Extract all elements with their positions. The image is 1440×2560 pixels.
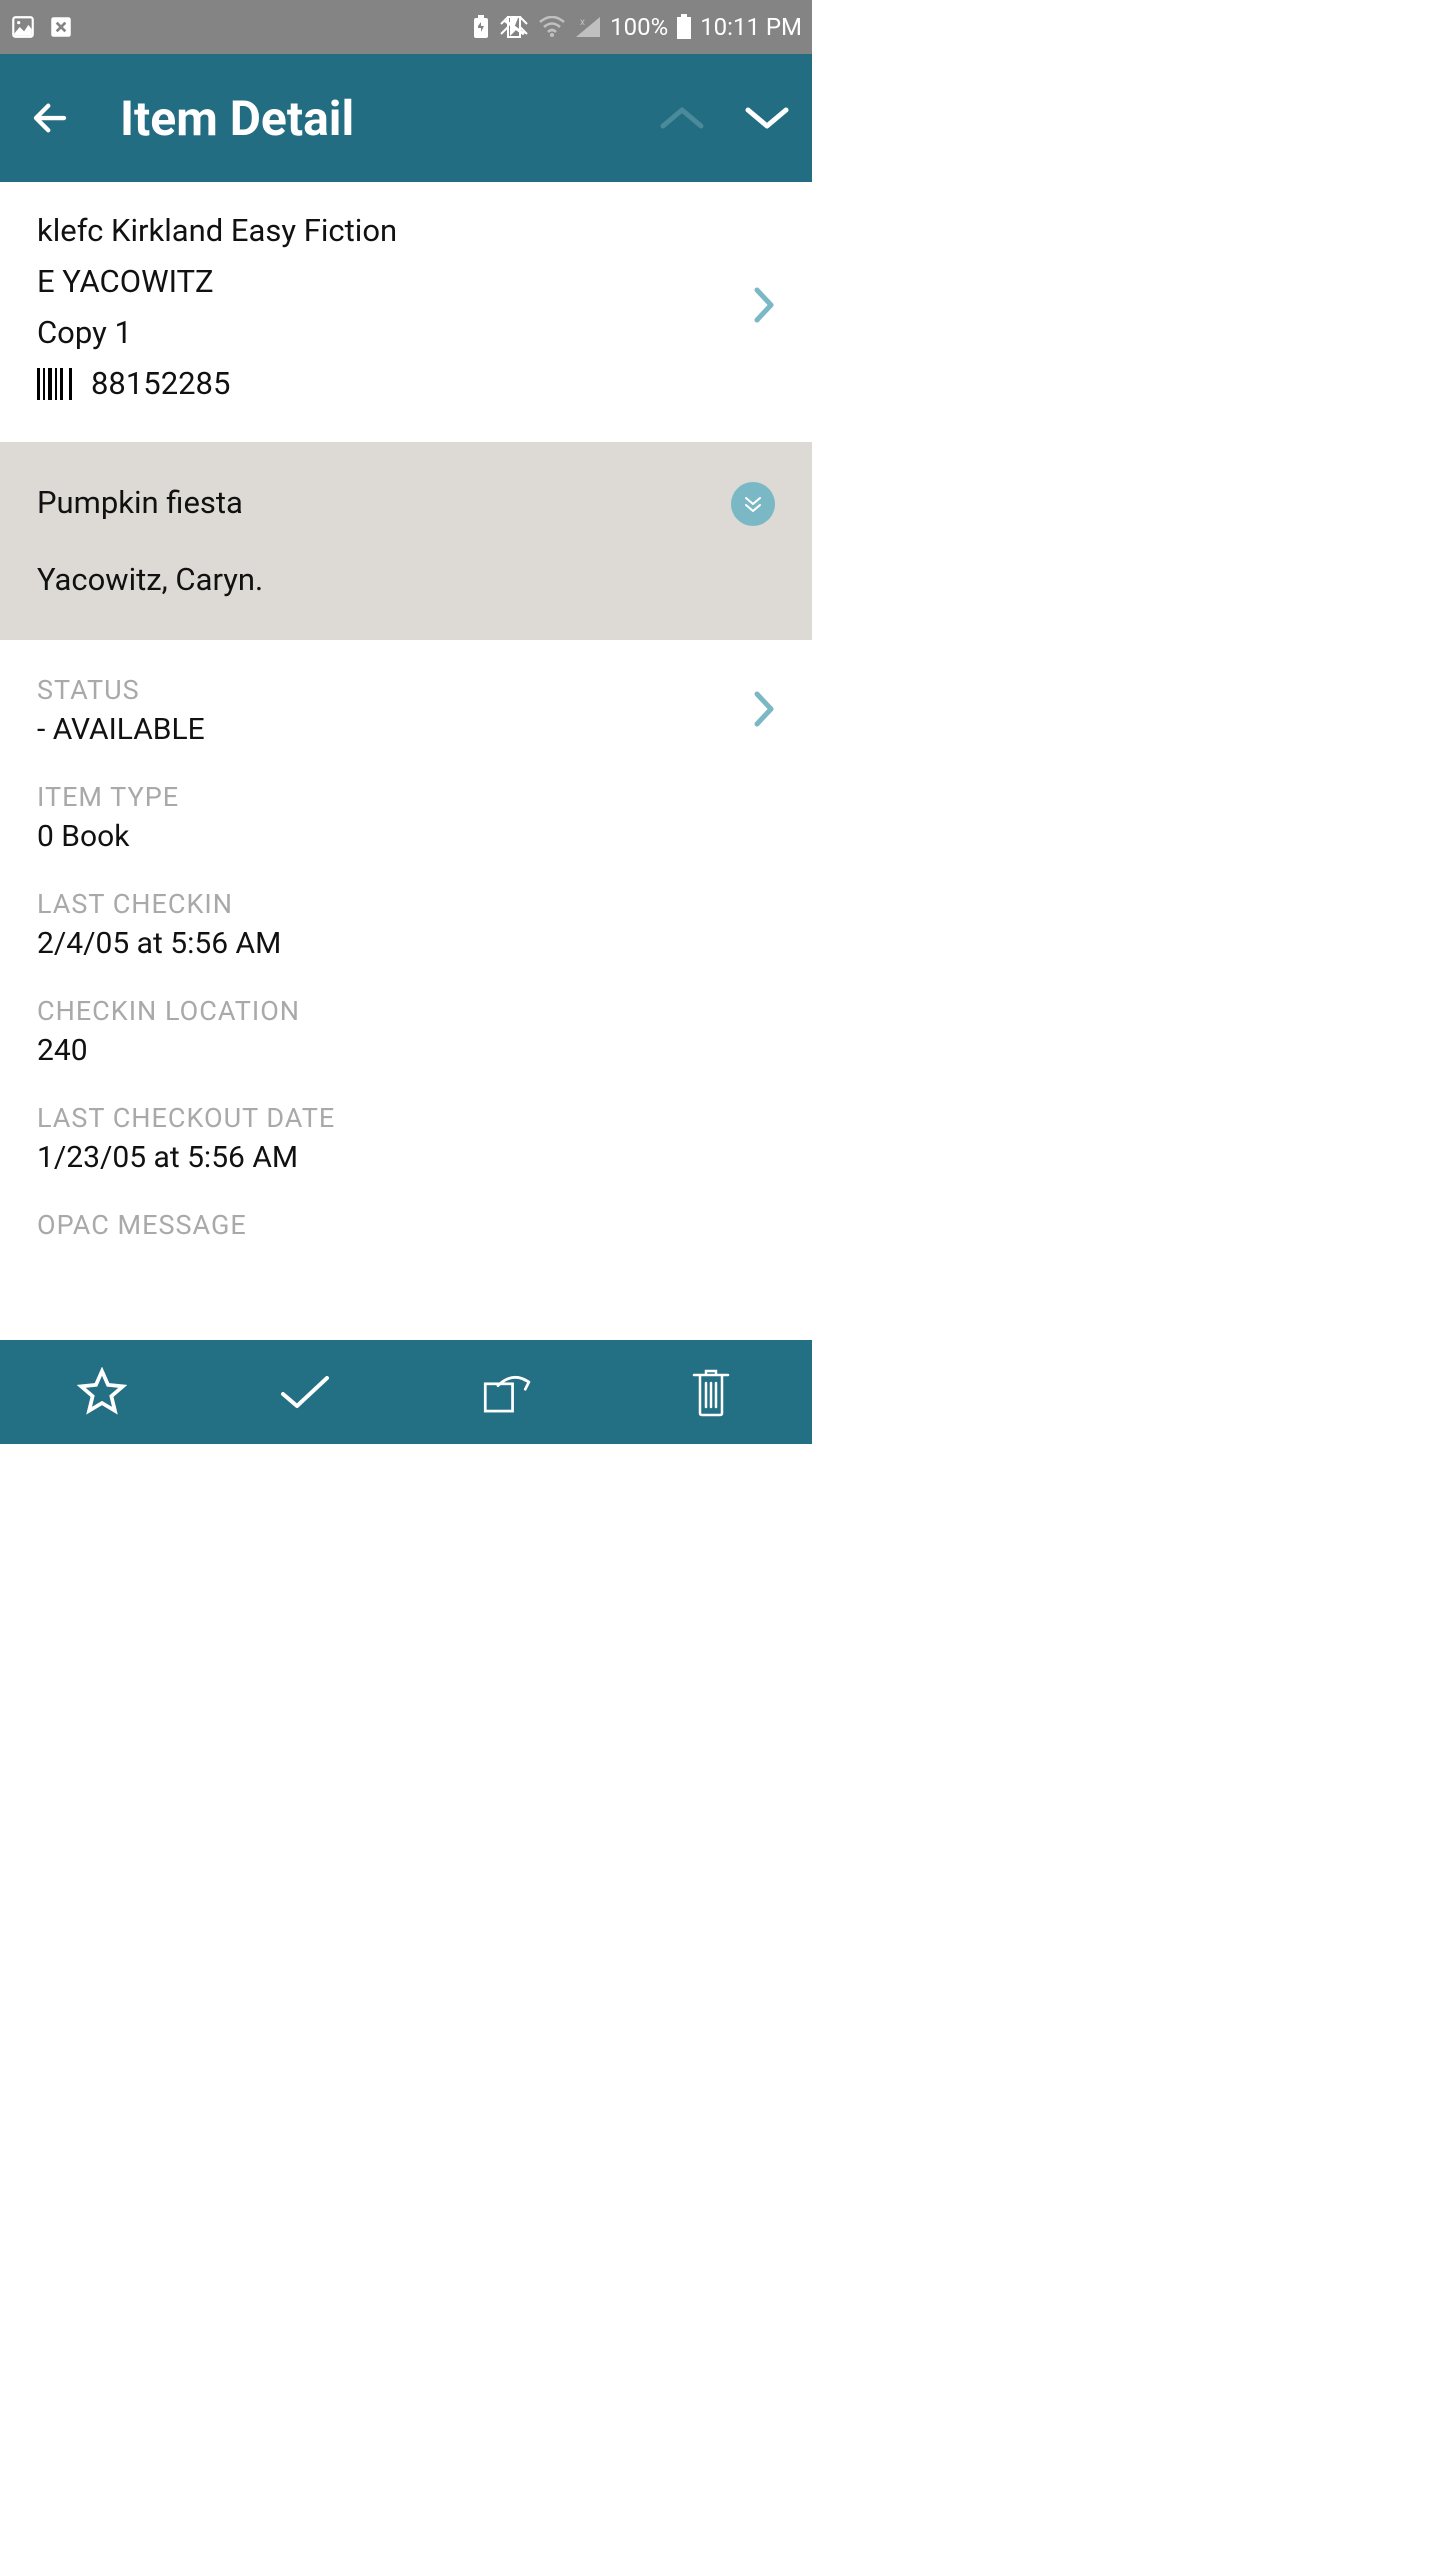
opac-message-row: OPAC MESSAGE (37, 1175, 775, 1241)
expand-button[interactable] (731, 482, 775, 526)
details-list: STATUS - AVAILABLE ITEM TYPE 0 Book LAST… (0, 640, 812, 1241)
last-checkout-row: LAST CHECKOUT DATE 1/23/05 at 5:56 AM (37, 1068, 775, 1175)
export-button[interactable] (478, 1362, 538, 1422)
last-checkout-label: LAST CHECKOUT DATE (37, 1102, 775, 1134)
battery-percent: 100% (610, 13, 668, 41)
status-bar: x 100% 10:11 PM (0, 0, 812, 54)
last-checkin-value: 2/4/05 at 5:56 AM (37, 926, 775, 961)
page-title: Item Detail (120, 90, 657, 147)
status-left-icons (10, 14, 74, 40)
book-author: Yacowitz, Caryn. (37, 561, 263, 598)
signal-icon: x (574, 15, 602, 39)
item-location: klefc Kirkland Easy Fiction (37, 212, 397, 249)
battery-icon (676, 14, 692, 40)
checkmark-button[interactable] (275, 1362, 335, 1422)
battery-saver-icon (472, 14, 490, 40)
app-bar: Item Detail (0, 54, 812, 182)
bottom-bar (0, 1340, 812, 1444)
delete-button[interactable] (681, 1362, 741, 1422)
title-section[interactable]: Pumpkin fiesta Yacowitz, Caryn. (0, 442, 812, 640)
chevron-right-icon (753, 286, 775, 328)
wifi-icon (538, 16, 566, 38)
status-right-indicators: x 100% 10:11 PM (472, 13, 802, 41)
main-content: klefc Kirkland Easy Fiction E YACOWITZ C… (0, 182, 812, 1340)
last-checkin-row: LAST CHECKIN 2/4/05 at 5:56 AM (37, 854, 775, 961)
checkin-location-row: CHECKIN LOCATION 240 (37, 961, 775, 1068)
barcode-row: 88152285 (37, 365, 397, 402)
chevron-right-icon (753, 690, 775, 732)
item-copy: Copy 1 (37, 314, 397, 351)
photo-icon (10, 14, 36, 40)
opac-message-label: OPAC MESSAGE (37, 1209, 775, 1241)
book-title: Pumpkin fiesta (37, 484, 263, 521)
checkin-location-label: CHECKIN LOCATION (37, 995, 775, 1027)
prev-item-button[interactable] (657, 104, 707, 132)
back-button[interactable] (20, 97, 80, 139)
status-value: - AVAILABLE (37, 712, 205, 747)
clock-time: 10:11 PM (700, 13, 802, 41)
last-checkin-label: LAST CHECKIN (37, 888, 775, 920)
item-type-row: ITEM TYPE 0 Book (37, 747, 775, 854)
barcode-icon (37, 368, 81, 400)
barcode-number: 88152285 (91, 365, 230, 402)
close-notification-icon (48, 14, 74, 40)
checkin-location-value: 240 (37, 1033, 775, 1068)
item-call-number: E YACOWITZ (37, 263, 397, 300)
favorite-button[interactable] (72, 1362, 132, 1422)
item-type-value: 0 Book (37, 819, 775, 854)
item-type-label: ITEM TYPE (37, 781, 775, 813)
svg-text:x: x (580, 17, 585, 28)
item-header[interactable]: klefc Kirkland Easy Fiction E YACOWITZ C… (0, 182, 812, 442)
next-item-button[interactable] (742, 104, 792, 132)
status-label: STATUS (37, 674, 205, 706)
vibrate-icon (498, 14, 530, 40)
last-checkout-value: 1/23/05 at 5:56 AM (37, 1140, 775, 1175)
status-row[interactable]: STATUS - AVAILABLE (37, 640, 775, 747)
